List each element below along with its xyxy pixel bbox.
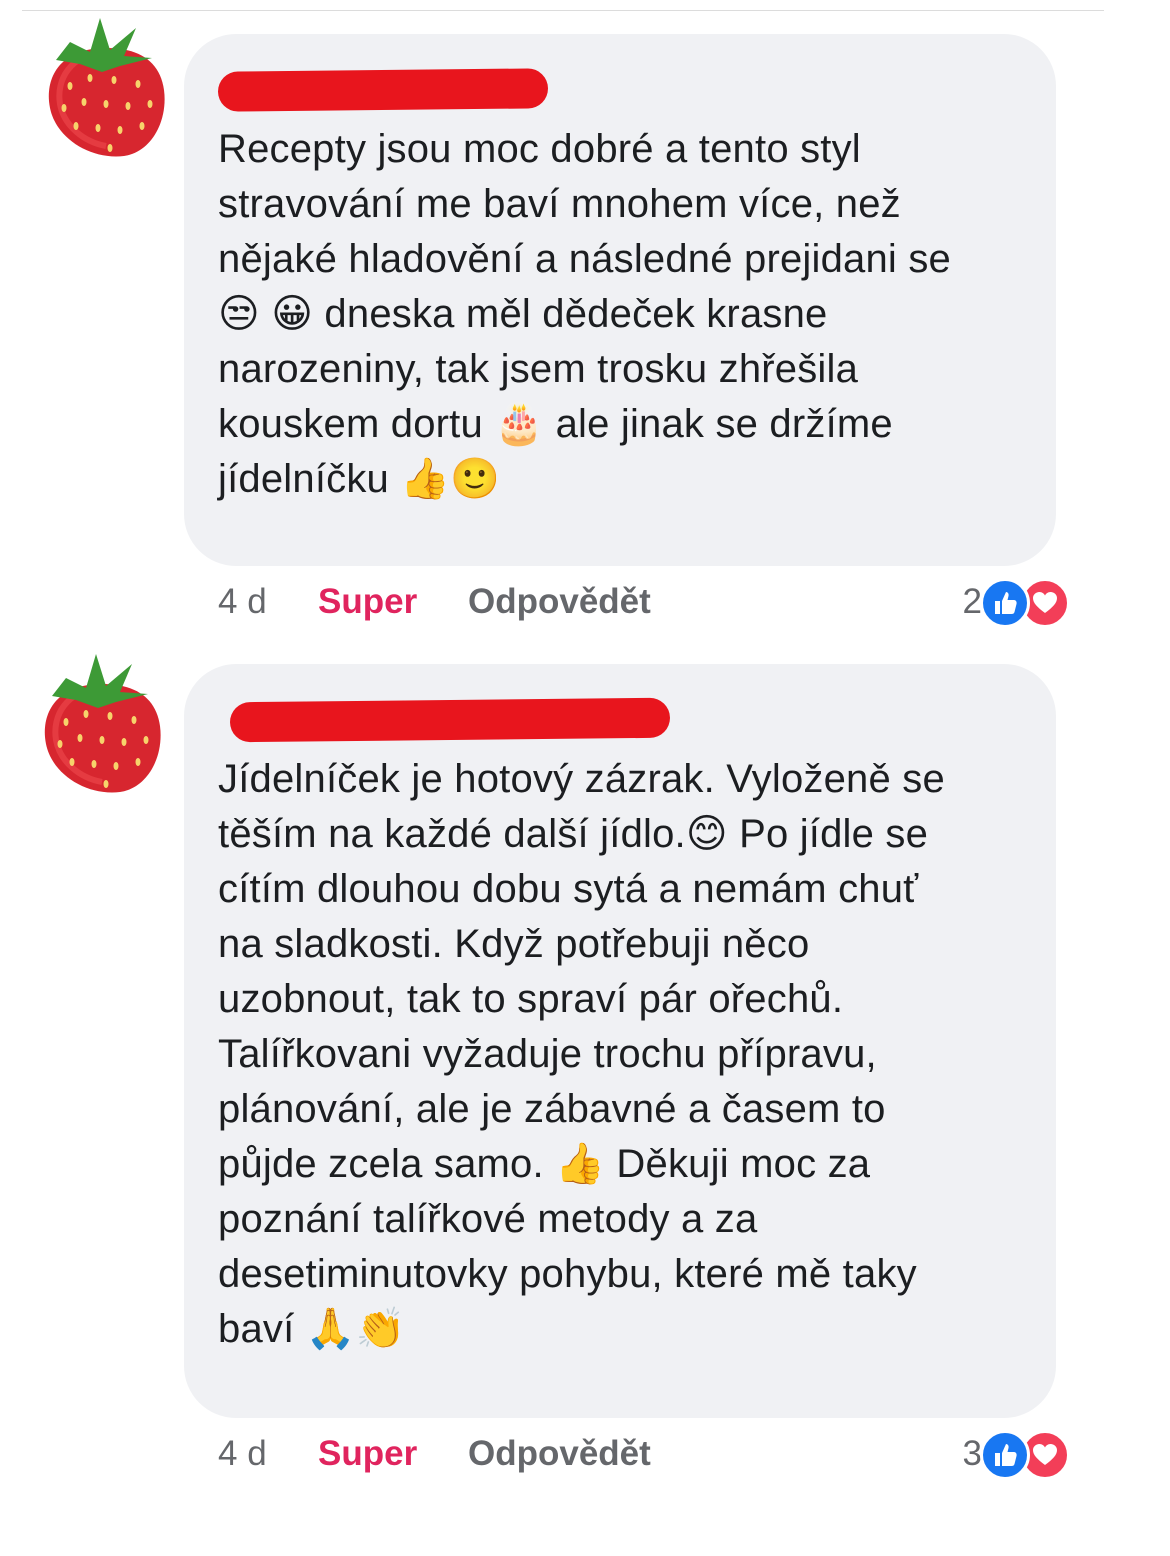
- comment-actions: 4 d Super Odpovědět 2: [218, 576, 1078, 628]
- comment-text: Recepty jsou moc dobré a tento styl stra…: [218, 127, 951, 501]
- react-button[interactable]: Super: [318, 1434, 417, 1474]
- comment-bubble: Recepty jsou moc dobré a tento styl stra…: [184, 34, 1056, 566]
- author-name-redacted[interactable]: [229, 697, 671, 743]
- comment-actions: 4 d Super Odpovědět 3: [218, 1428, 1078, 1480]
- comment-text: Jídelníček je hotový zázrak. Vyloženě se…: [218, 757, 945, 1351]
- reaction-summary[interactable]: 2: [932, 576, 1072, 628]
- like-icon: [980, 578, 1030, 628]
- reaction-icons: [980, 576, 1072, 628]
- top-divider: [22, 10, 1104, 11]
- react-button[interactable]: Super: [318, 582, 417, 622]
- like-icon: [980, 1430, 1030, 1480]
- reply-button[interactable]: Odpovědět: [468, 1434, 651, 1474]
- strawberry-icon[interactable]: [36, 644, 168, 794]
- reply-button[interactable]: Odpovědět: [468, 582, 651, 622]
- reaction-summary[interactable]: 3: [932, 1428, 1072, 1480]
- strawberry-icon[interactable]: [40, 8, 172, 158]
- comment-bubble: Jídelníček je hotový zázrak. Vyloženě se…: [184, 664, 1056, 1418]
- author-name-redacted[interactable]: [217, 68, 549, 112]
- comment-time[interactable]: 4 d: [218, 1434, 267, 1474]
- reaction-icons: [980, 1428, 1072, 1480]
- comment-time[interactable]: 4 d: [218, 582, 267, 622]
